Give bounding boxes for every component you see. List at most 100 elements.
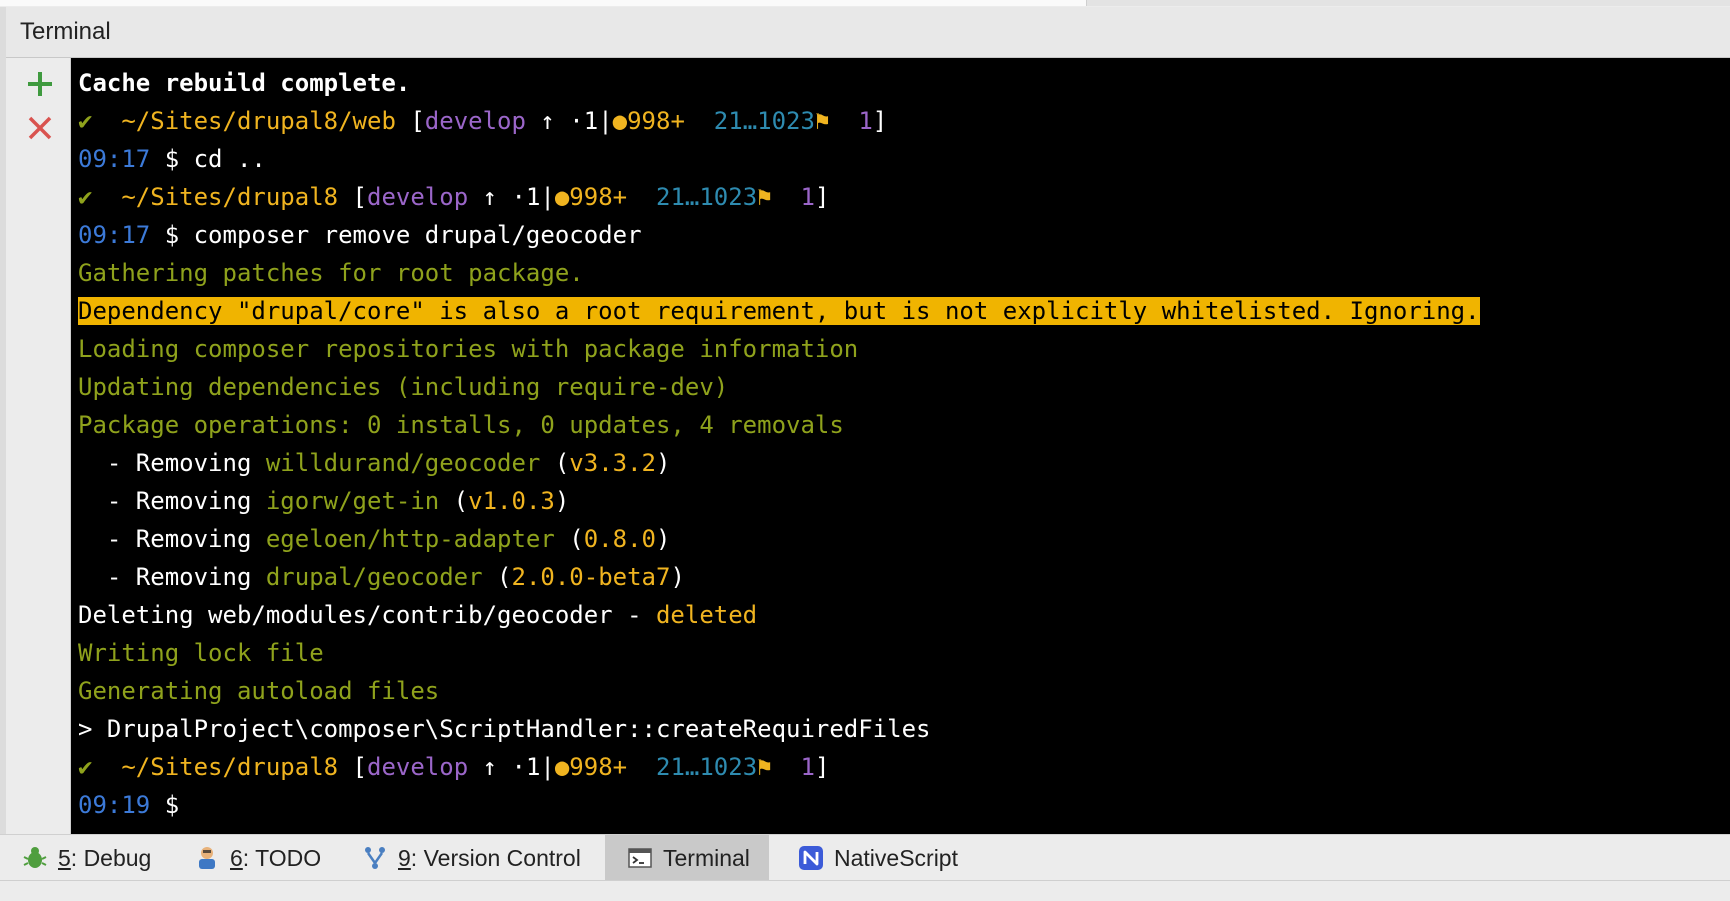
terminal-line: Package operations: 0 installs, 0 update…: [78, 406, 1480, 444]
tab-debug[interactable]: 5: Debug: [22, 835, 151, 881]
terminal-line: 09:17 $ cd ..: [78, 140, 1480, 178]
terminal-segment: 1: [800, 753, 815, 781]
terminal-segment: develop: [367, 183, 469, 211]
tool-window-header: Terminal: [6, 7, 1730, 58]
terminal-segment: ]: [814, 753, 830, 781]
tab-todo-label: : TODO: [242, 844, 322, 871]
tab-todo[interactable]: 6: TODO: [194, 835, 321, 881]
terminal-segment: ): [554, 487, 570, 515]
terminal-segment: ]: [814, 183, 830, 211]
terminal-segment: 0.8.0: [583, 525, 656, 553]
version-control-icon: [365, 847, 385, 869]
terminal-segment: v3.3.2: [569, 449, 656, 477]
terminal-segment: ↑ ·1|: [525, 107, 613, 135]
terminal-segment: (: [482, 563, 512, 591]
terminal-side-toolbar: [6, 58, 71, 834]
terminal-segment: drupal/geocoder: [265, 563, 483, 591]
terminal-segment: Generating autoload files: [78, 677, 440, 705]
terminal-segment: Dependency "drupal/core" is also a root …: [78, 297, 1480, 325]
terminal-segment: - Removing: [78, 449, 266, 477]
new-session-button[interactable]: [22, 66, 58, 102]
terminal-segment: ): [656, 449, 671, 477]
terminal-line: Dependency "drupal/core" is also a root …: [78, 292, 1480, 330]
terminal-segment: willdurand/geocoder: [265, 449, 541, 477]
terminal-line: ✔ ~/Sites/drupal8 [develop ↑ ·1|●998+ 21…: [78, 178, 1480, 216]
tab-debug-label: : Debug: [70, 844, 152, 871]
terminal-segment: 2.0.0-beta7: [511, 563, 671, 591]
terminal-segment: ●998+: [554, 183, 628, 211]
terminal-segment: [: [352, 753, 367, 781]
terminal-segment: ⚑: [757, 753, 772, 781]
terminal-segment: ⚑: [814, 107, 830, 135]
terminal-line: Deleting web/modules/contrib/geocoder - …: [78, 596, 1480, 634]
terminal-segment: 21…1023: [627, 753, 758, 781]
terminal-segment: [829, 107, 858, 135]
terminal-segment: ): [670, 563, 685, 591]
terminal-segment: (: [554, 525, 584, 553]
tab-terminal[interactable]: Terminal: [605, 835, 769, 881]
terminal-segment: $ cd ..: [150, 145, 266, 173]
todo-icon: [199, 847, 215, 869]
terminal-segment: 21…1023: [684, 107, 815, 135]
terminal-line: - Removing egeloen/http-adapter (0.8.0): [78, 520, 1480, 558]
bottom-tool-tabs: 5: Debug 6: TODO 9: Version Control Term…: [0, 834, 1730, 881]
tab-version-control[interactable]: 9: Version Control: [362, 835, 581, 881]
terminal-segment: [772, 753, 801, 781]
terminal-output[interactable]: Cache rebuild complete. ✔ ~/Sites/drupal8…: [71, 58, 1730, 834]
terminal-lines: Cache rebuild complete. ✔ ~/Sites/drupal8…: [78, 64, 1480, 824]
terminal-line: Writing lock file: [78, 634, 1480, 672]
terminal-segment: Cache rebuild complete.: [78, 69, 411, 97]
terminal-segment: egeloen/http-adapter: [265, 525, 555, 553]
terminal-line: > DrupalProject\composer\ScriptHandler::…: [78, 710, 1480, 748]
terminal-segment: (: [540, 449, 570, 477]
tab-version-control-label: : Version Control: [410, 844, 581, 871]
terminal-segment: 1: [858, 107, 873, 135]
terminal-icon: [628, 848, 652, 868]
terminal-segment: ✔: [78, 107, 122, 135]
terminal-segment: ⚑: [757, 183, 772, 211]
terminal-segment: deleted: [655, 601, 758, 629]
panel-title: Terminal: [20, 18, 111, 45]
terminal-line: ✔ ~/Sites/drupal8/web [develop ↑ ·1|●998…: [78, 102, 1480, 140]
terminal-segment: ]: [872, 107, 888, 135]
terminal-line: ✔ ~/Sites/drupal8 [develop ↑ ·1|●998+ 21…: [78, 748, 1480, 786]
terminal-line: - Removing igorw/get-in (v1.0.3): [78, 482, 1480, 520]
terminal-segment: ↑ ·1|: [468, 183, 555, 211]
terminal-line: Cache rebuild complete.: [78, 64, 1480, 102]
terminal-line: 09:19 $: [78, 786, 1480, 824]
close-icon: [28, 116, 52, 140]
terminal-line: - Removing willdurand/geocoder (v3.3.2): [78, 444, 1480, 482]
terminal-line: Generating autoload files: [78, 672, 1480, 710]
tab-nativescript[interactable]: NativeScript: [798, 835, 958, 881]
terminal-segment: - Removing: [78, 525, 266, 553]
terminal-segment: Gathering patches for root package.: [78, 259, 584, 287]
close-session-button[interactable]: [22, 110, 58, 146]
terminal-segment: 21…1023: [627, 183, 758, 211]
terminal-segment: develop: [367, 753, 469, 781]
terminal-segment: develop: [424, 107, 526, 135]
tab-version-control-number: 9: [398, 844, 411, 871]
editor-tab-edge: [0, 0, 1087, 6]
terminal-segment: ✔: [78, 183, 122, 211]
terminal-segment: ✔: [78, 753, 122, 781]
nativescript-icon: [799, 846, 823, 870]
terminal-segment: 09:17: [78, 145, 151, 173]
plus-icon: [28, 72, 52, 96]
terminal-segment: [: [352, 183, 367, 211]
status-bar: [0, 880, 1730, 901]
terminal-segment: Deleting web/modules/contrib/geocoder -: [78, 601, 656, 629]
terminal-segment: ): [655, 525, 671, 553]
tab-terminal-label: Terminal: [663, 844, 750, 871]
terminal-segment: 09:19: [78, 791, 151, 819]
tab-debug-number: 5: [58, 844, 71, 871]
tab-nativescript-label: NativeScript: [834, 844, 958, 871]
terminal-segment: Writing lock file: [78, 639, 324, 667]
terminal-segment: > DrupalProject\composer\ScriptHandler::…: [78, 715, 931, 743]
terminal-line: Loading composer repositories with packa…: [78, 330, 1480, 368]
terminal-segment: igorw/get-in: [265, 487, 440, 515]
terminal-segment: Package operations: 0 installs, 0 update…: [78, 411, 844, 439]
terminal-line: Gathering patches for root package.: [78, 254, 1480, 292]
terminal-line: - Removing drupal/geocoder (2.0.0-beta7): [78, 558, 1480, 596]
tab-todo-number: 6: [230, 844, 243, 871]
terminal-segment: $: [150, 791, 180, 819]
